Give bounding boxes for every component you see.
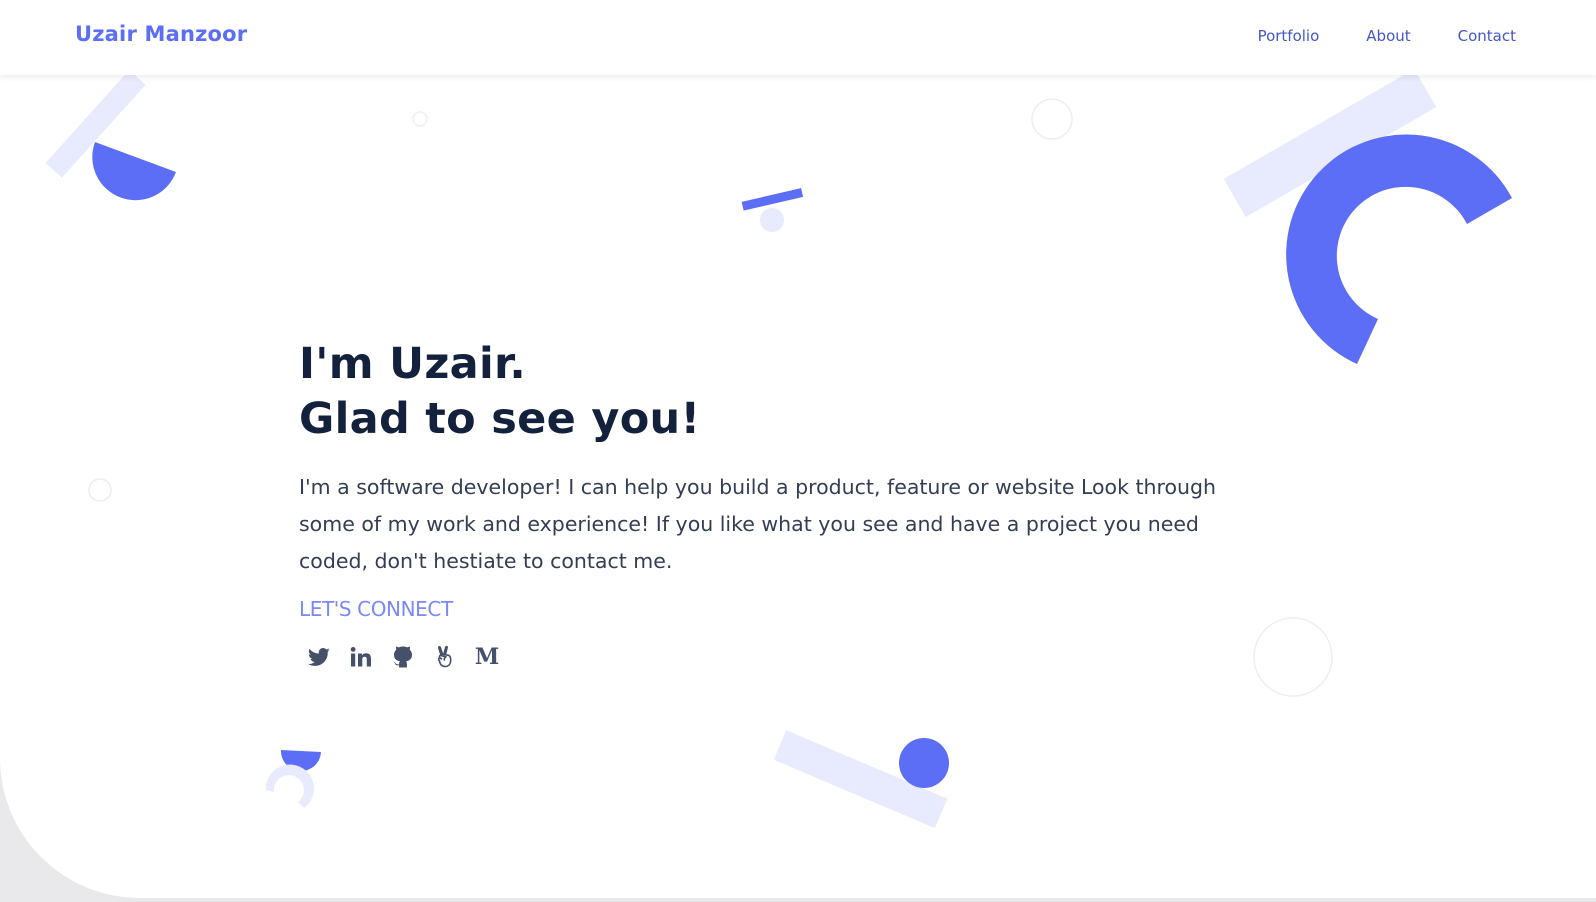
medium-icon[interactable]: M: [473, 643, 501, 671]
hero-section: I'm Uzair. Glad to see you! I'm a softwa…: [299, 337, 1259, 671]
site-header: Uzair Manzoor Portfolio About Contact: [0, 0, 1596, 75]
social-links: M: [299, 643, 1259, 671]
main-nav: Portfolio About Contact: [1258, 27, 1516, 45]
decor-dot-top-center: [760, 208, 784, 232]
decor-ring-left: [88, 478, 112, 502]
hero-heading-line2: Glad to see you!: [299, 394, 701, 444]
decor-dot-bottom-center: [899, 738, 949, 788]
lets-connect-label: LET'S CONNECT: [299, 597, 453, 621]
decor-ring-top-right: [1031, 98, 1073, 140]
decor-arc-bottom-left: [265, 764, 314, 808]
angellist-icon[interactable]: [431, 643, 459, 671]
decor-ring-right: [1253, 617, 1333, 697]
hero-description: I'm a software developer! I can help you…: [299, 475, 1217, 573]
linkedin-icon[interactable]: [347, 643, 375, 671]
brand-logo[interactable]: Uzair Manzoor: [75, 22, 247, 46]
github-icon[interactable]: [389, 643, 417, 671]
decor-half-circle-top-left: [92, 142, 176, 201]
hero-heading-line1: I'm Uzair.: [299, 339, 527, 389]
decor-bar-top-center: [741, 188, 804, 211]
decor-ring-small: [412, 111, 428, 127]
medium-letter: M: [474, 644, 500, 670]
nav-portfolio[interactable]: Portfolio: [1258, 27, 1320, 45]
nav-about[interactable]: About: [1366, 27, 1410, 45]
twitter-icon[interactable]: [305, 643, 333, 671]
hero-heading: I'm Uzair. Glad to see you!: [299, 337, 1259, 447]
page: Uzair Manzoor Portfolio About Contact I'…: [0, 0, 1596, 898]
nav-contact[interactable]: Contact: [1458, 27, 1516, 45]
